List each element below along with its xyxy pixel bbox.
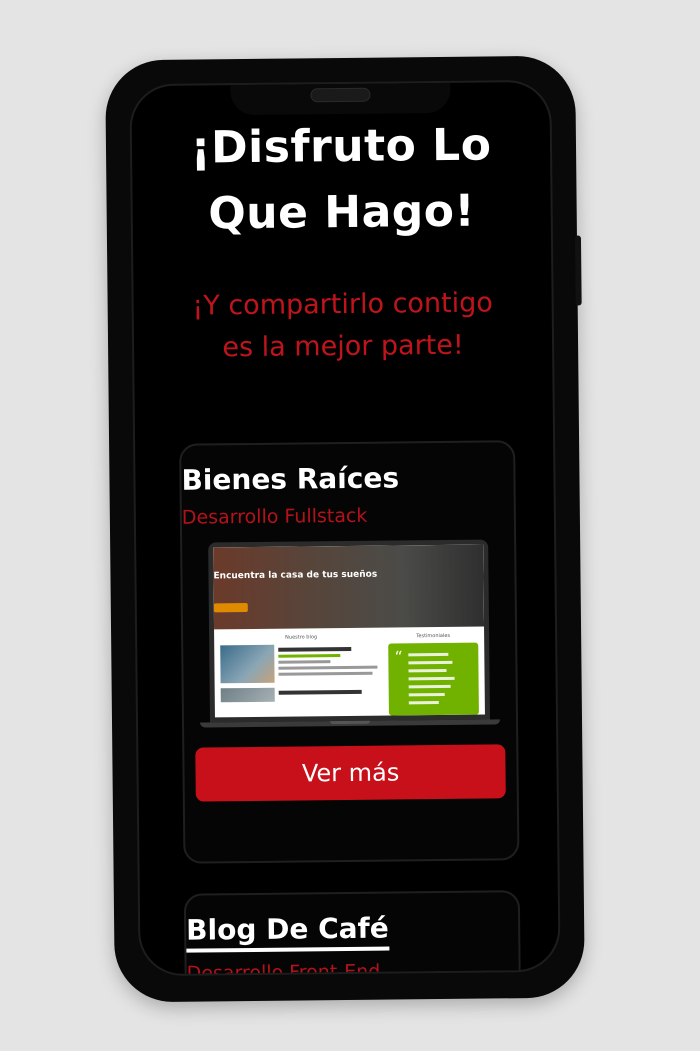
speaker-grille [310, 87, 371, 103]
website-hero-title: Encuentra la casa de tus sueños [213, 569, 378, 582]
phone-side-button [574, 235, 582, 306]
website-blog-column: Nuestro blog [220, 634, 383, 718]
website-blog-entry [220, 687, 383, 703]
website-hero: Encuentra la casa de tus sueños [213, 544, 485, 630]
hero-title-line-1: ¡Disfruto Lo [190, 119, 492, 174]
website-hero-text [214, 589, 484, 598]
website-blog-image [220, 687, 275, 703]
website-testimonial-column: Testimoniales “ [388, 633, 479, 716]
quote-icon: “ [394, 647, 403, 667]
project-subtitle: Desarrollo Front-End [186, 960, 381, 977]
project-card-blog-de-cafe: Blog De Café Desarrollo Front-End [183, 890, 522, 977]
website-testimonial-card: “ [388, 642, 479, 716]
phone-mockup: ¡Disfruto Lo Que Hago! ¡Y compartirlo co… [105, 55, 585, 1003]
website-blog-image [220, 644, 275, 684]
project-card-bienes-raices: Bienes Raíces Desarrollo Fullstack Encue… [179, 440, 520, 864]
hero-title-line-2: Que Hago! [208, 185, 476, 240]
website-body: Nuestro blog Testimoniales “ [214, 627, 485, 718]
website-screenshot: Encuentra la casa de tus sueños Nuestro … [213, 544, 485, 718]
website-hero-button [213, 603, 248, 613]
phone-notch [230, 80, 451, 116]
website-blog-text [278, 687, 383, 702]
hero-subtitle-line-1: ¡Y compartirlo contigo [192, 287, 493, 322]
website-testimonial-heading: Testimoniales [416, 632, 451, 640]
website-blog-entry [220, 644, 382, 684]
website-blog-text [278, 644, 382, 683]
phone-screen: ¡Disfruto Lo Que Hago! ¡Y compartirlo co… [129, 79, 561, 977]
hero-title: ¡Disfruto Lo Que Hago! [152, 112, 531, 248]
laptop-preview: Encuentra la casa de tus sueños Nuestro … [198, 539, 501, 728]
hero-subtitle: ¡Y compartirlo contigo es la mejor parte… [153, 282, 532, 370]
laptop-screen: Encuentra la casa de tus sueños Nuestro … [208, 539, 491, 723]
project-title: Blog De Café [186, 911, 389, 953]
project-subtitle: Desarrollo Fullstack [181, 504, 368, 529]
page-content: ¡Disfruto Lo Que Hago! ¡Y compartirlo co… [132, 112, 553, 370]
ver-mas-button[interactable]: Ver más [195, 744, 506, 802]
hero-subtitle-line-2: es la mejor parte! [222, 329, 464, 364]
project-title: Bienes Raíces [181, 461, 400, 497]
website-blog-heading: Nuestro blog [285, 634, 318, 641]
